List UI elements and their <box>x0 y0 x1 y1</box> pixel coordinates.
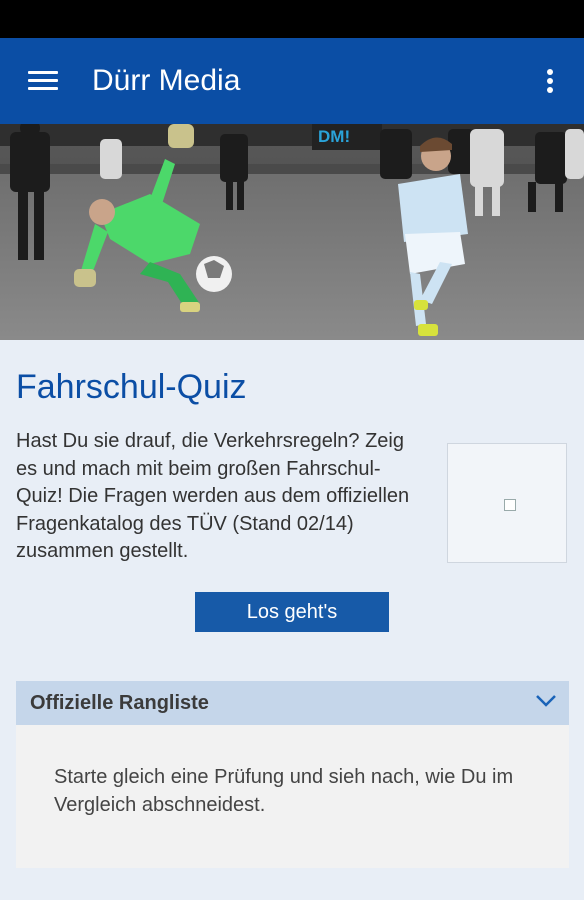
quiz-description: Hast Du sie drauf, die Verkehrsregeln? Z… <box>16 430 410 562</box>
start-quiz-button[interactable]: Los geht's <box>195 592 389 632</box>
chevron-down-icon <box>536 695 556 707</box>
ranking-text: Starte gleich eine Prüfung und sieh nach… <box>54 766 514 816</box>
hamburger-menu-icon[interactable] <box>28 69 58 93</box>
more-vert-icon[interactable] <box>538 66 562 96</box>
quiz-image <box>447 443 567 563</box>
banner-logo: DM! <box>318 127 350 146</box>
app-title: Dürr Media <box>92 64 241 97</box>
broken-image-icon <box>504 499 516 511</box>
quiz-title: Fahrschul-Quiz <box>16 368 247 406</box>
ranking-accordion-header[interactable]: Offizielle Rangliste <box>16 681 569 725</box>
app-bar: Dürr Media <box>0 38 584 124</box>
hero-image: DM! <box>0 124 584 340</box>
ranking-title: Offizielle Rangliste <box>30 692 209 714</box>
ranking-panel: Starte gleich eine Prüfung und sieh nach… <box>16 725 569 868</box>
status-bar <box>0 0 584 38</box>
